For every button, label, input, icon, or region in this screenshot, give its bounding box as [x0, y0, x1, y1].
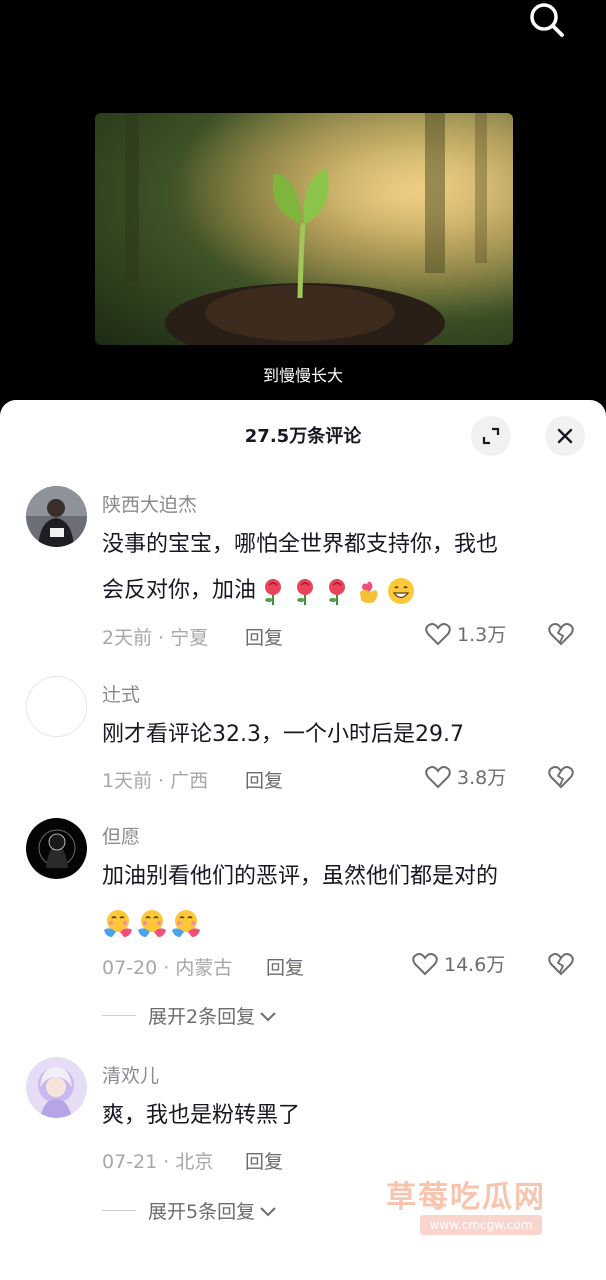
like-count: 1.3万 — [457, 624, 507, 646]
comment-time: 1天前 — [102, 770, 153, 792]
expand-replies-button[interactable]: 展开2条回复 — [102, 1002, 278, 1029]
close-icon — [557, 428, 573, 444]
like-button[interactable]: 1.3万 — [425, 620, 506, 647]
broken-heart-icon — [548, 953, 574, 976]
meta-separator: · — [157, 957, 176, 979]
rose-emoji — [258, 576, 288, 606]
comment-text: 加油别看他们的恶评，虽然他们都是对的 — [102, 854, 572, 946]
comment-text: 刚才看评论32.3，一个小时后是29.7 — [102, 712, 572, 758]
divider-line — [102, 1210, 136, 1211]
comment-text: 爽，我也是粉转黑了 — [102, 1093, 572, 1139]
grin-emoji — [386, 576, 416, 606]
comment-text-line: 爽，我也是粉转黑了 — [102, 1103, 301, 1128]
comment-text-fragment: 会反对你，加油 — [102, 578, 257, 603]
comment-meta: 07-21 · 北京 — [102, 1147, 213, 1174]
expand-replies-label: 展开5条回复 — [148, 1201, 256, 1223]
video-frame — [95, 113, 513, 345]
hug-emoji — [170, 908, 202, 938]
expand-button[interactable] — [471, 416, 511, 456]
expand-replies-label: 展开2条回复 — [148, 1006, 256, 1028]
heart-icon — [412, 952, 438, 975]
chevron-down-icon — [260, 1206, 276, 1216]
comment-text-line: 没事的宝宝，哪怕全世界都支持你，我也 — [102, 532, 499, 557]
search-button[interactable] — [524, 0, 568, 40]
meta-separator: · — [152, 770, 171, 792]
like-button[interactable]: 14.6万 — [412, 950, 505, 977]
reply-button[interactable]: 回复 — [245, 766, 283, 793]
comment-count-title: 27.5万条评论 — [244, 426, 362, 447]
comment-username[interactable]: 辻式 — [102, 680, 140, 707]
dislike-button[interactable] — [547, 764, 575, 792]
chevron-down-icon — [260, 1011, 276, 1021]
avatar[interactable] — [26, 486, 87, 547]
like-button[interactable]: 3.8万 — [425, 763, 506, 790]
hug-emoji — [102, 908, 134, 938]
search-icon — [530, 3, 564, 37]
hand-heart-emoji — [354, 576, 384, 606]
expand-icon — [482, 427, 500, 445]
comment-username[interactable]: 清欢儿 — [102, 1061, 159, 1088]
watermark-title: 草莓吃瓜网 — [386, 1180, 546, 1215]
dislike-button[interactable] — [547, 621, 575, 649]
broken-heart-icon — [548, 766, 574, 789]
comment-username[interactable]: 但愿 — [102, 822, 140, 849]
comment-sheet: 27.5万条评论 陕西大迫杰 没事的宝宝，哪怕全世界都支持你，我也 会反对你，加… — [0, 400, 606, 1280]
video-player[interactable]: 到慢慢长大 — [0, 0, 606, 410]
heart-icon — [425, 622, 451, 645]
comment-emoji-line — [102, 900, 572, 946]
reply-button[interactable]: 回复 — [245, 623, 283, 650]
hug-emoji — [136, 908, 168, 938]
meta-separator: · — [157, 1151, 176, 1173]
comment-time: 07-21 — [102, 1151, 158, 1173]
reply-button[interactable]: 回复 — [266, 953, 304, 980]
like-count: 14.6万 — [444, 954, 506, 976]
rose-emoji — [322, 576, 352, 606]
comment-text-line: 加油别看他们的恶评，虽然他们都是对的 — [102, 864, 499, 889]
avatar[interactable] — [26, 1057, 87, 1118]
comment-text-line: 刚才看评论32.3，一个小时后是29.7 — [102, 722, 464, 747]
avatar[interactable] — [26, 818, 87, 879]
avatar[interactable] — [26, 676, 87, 737]
close-button[interactable] — [545, 416, 585, 456]
comment-location: 内蒙古 — [175, 957, 233, 979]
like-count: 3.8万 — [457, 767, 507, 789]
comment-location: 广西 — [170, 770, 209, 792]
comment-location: 北京 — [175, 1151, 214, 1173]
comment-meta: 1天前 · 广西 — [102, 766, 208, 793]
meta-separator: · — [152, 627, 171, 649]
comment-meta: 07-20 · 内蒙古 — [102, 953, 232, 980]
dislike-button[interactable] — [547, 951, 575, 979]
rose-emoji — [290, 576, 320, 606]
comment-text-line-2: 会反对你，加油 — [102, 568, 572, 614]
comment-time: 07-20 — [102, 957, 158, 979]
heart-icon — [425, 765, 451, 788]
reply-button[interactable]: 回复 — [245, 1147, 283, 1174]
comment-text: 没事的宝宝，哪怕全世界都支持你，我也 会反对你，加油 — [102, 522, 572, 614]
watermark-url: www.cmcgw.com — [420, 1215, 542, 1235]
comment-meta: 2天前 · 宁夏 — [102, 623, 208, 650]
broken-heart-icon — [548, 623, 574, 646]
comment-username[interactable]: 陕西大迫杰 — [102, 490, 197, 517]
comment-location: 宁夏 — [170, 627, 209, 649]
divider-line — [102, 1015, 136, 1016]
comment-time: 2天前 — [102, 627, 153, 649]
expand-replies-button[interactable]: 展开5条回复 — [102, 1197, 278, 1224]
video-subtitle: 到慢慢长大 — [262, 366, 343, 385]
